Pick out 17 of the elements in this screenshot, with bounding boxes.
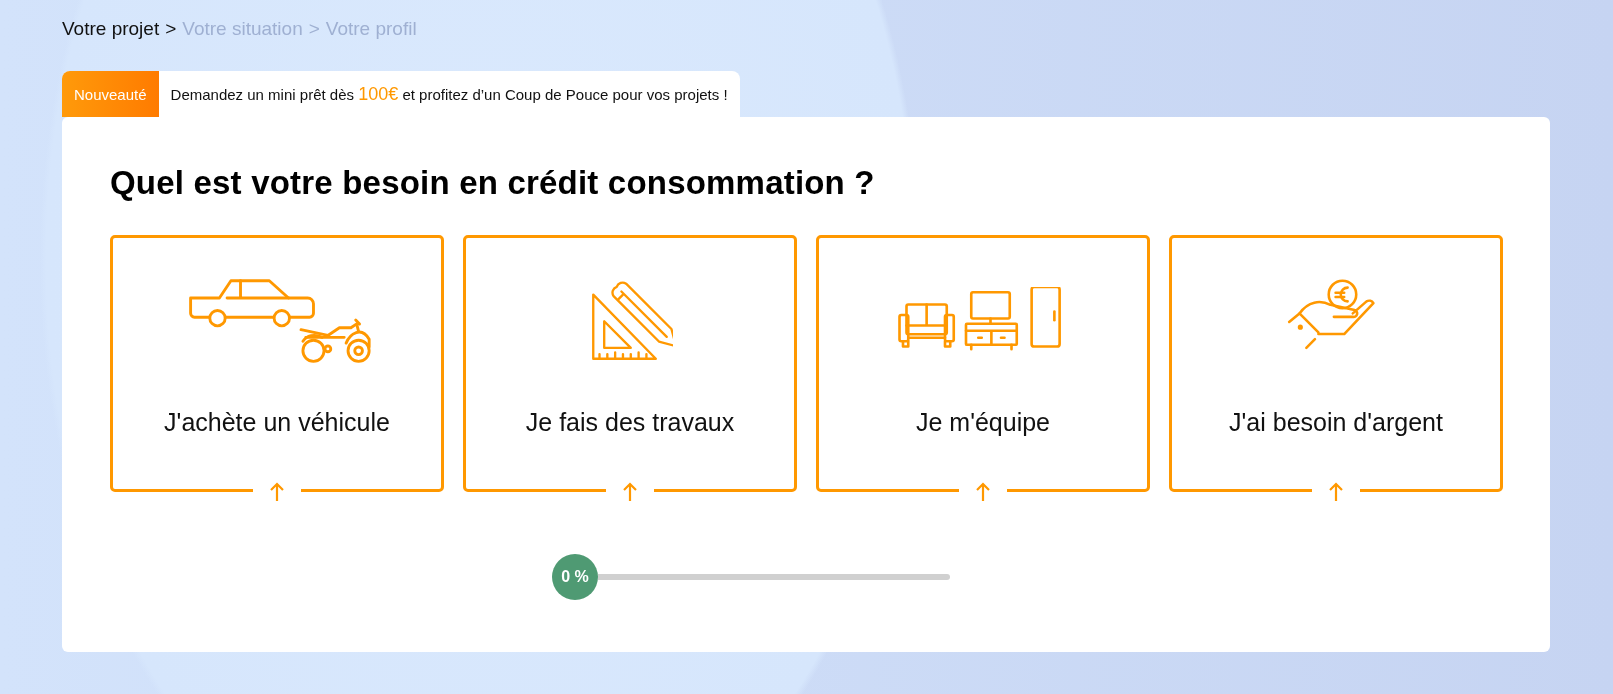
breadcrumb-separator: > [308, 18, 320, 40]
arrow-up-icon [270, 482, 284, 502]
option-card[interactable]: Je m'équipe [816, 235, 1150, 492]
question-title: Quel est votre besoin en crédit consommation ? [110, 163, 875, 203]
new-badge: Nouveauté [62, 71, 159, 117]
breadcrumb-step: Votre profil [325, 18, 417, 40]
promo-text: Demandez un mini prêt dès 100€ et profitez d’un Coup de Pouce pour vos projets ! [169, 83, 729, 106]
breadcrumb-step: Votre projet [62, 18, 160, 40]
arrow-up-icon [976, 482, 990, 502]
progress-badge: 0 % [552, 554, 598, 600]
arrow-up-icon [623, 482, 637, 502]
breadcrumb-step: Votre situation [182, 18, 303, 40]
option-card[interactable]: J'ai besoin d'argent [1169, 235, 1503, 492]
option-card[interactable]: Je fais des travaux [463, 235, 797, 492]
breadcrumb-separator: > [165, 18, 177, 40]
option-card[interactable]: J'achète un véhicule [110, 235, 444, 492]
arrow-up-icon [1329, 482, 1343, 502]
